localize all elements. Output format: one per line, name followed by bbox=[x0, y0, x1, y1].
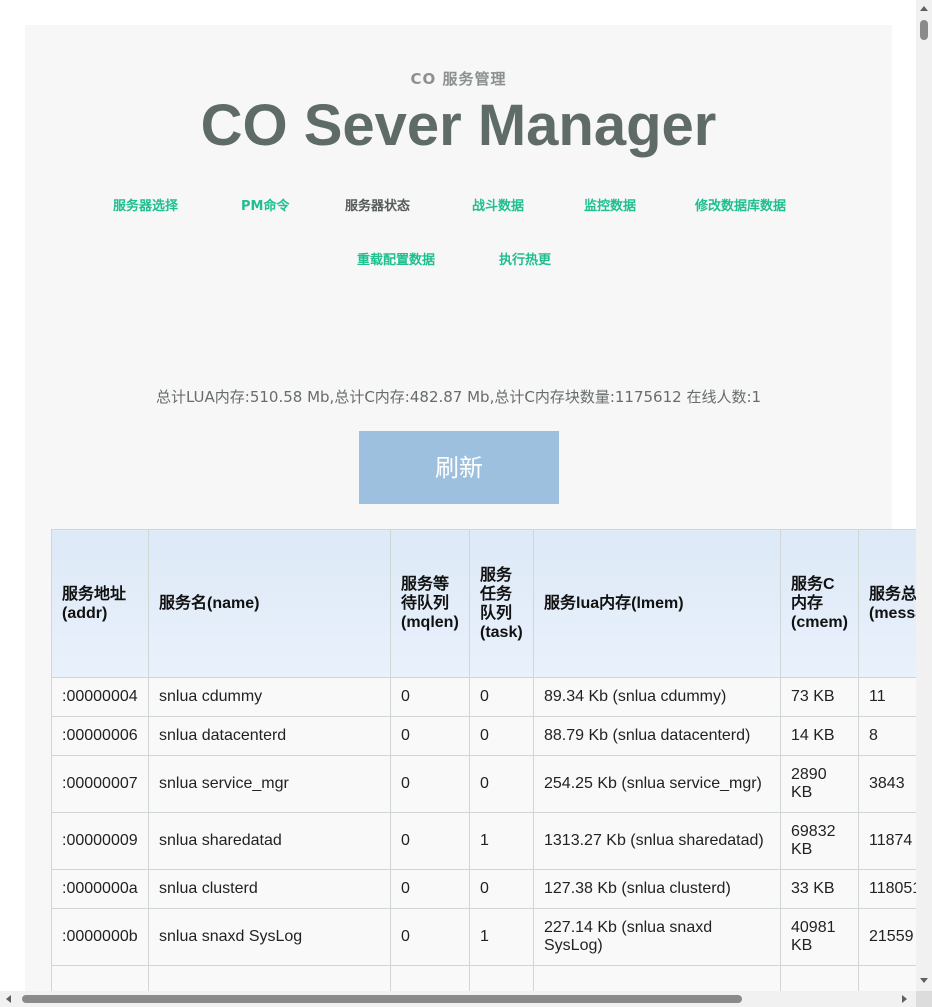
horizontal-scroll-thumb[interactable] bbox=[22, 995, 742, 1003]
cell-addr: :00000006 bbox=[51, 716, 149, 756]
table-header-row: 服务地址(addr) 服务名(name) 服务等待队列(mqlen) 服务任务队… bbox=[51, 529, 916, 678]
cell-task: 0 bbox=[469, 755, 534, 813]
vertical-scrollbar[interactable] bbox=[916, 0, 932, 991]
cell-message: 11874 bbox=[858, 812, 916, 870]
cell-addr: :00000004 bbox=[51, 677, 149, 717]
page-subtitle: CO 服务管理 bbox=[410, 70, 507, 88]
cell-cmem: 40981 KB bbox=[780, 908, 859, 966]
cell-mqlen: 0 bbox=[390, 716, 470, 756]
cell-mqlen bbox=[390, 965, 470, 991]
cell-cmem: 2890 KB bbox=[780, 755, 859, 813]
cell-mqlen: 0 bbox=[390, 755, 470, 813]
stats-summary: 总计LUA内存:510.58 Mb,总计C内存:482.87 Mb,总计C内存块… bbox=[155, 388, 762, 406]
cell-lmem: 227.14 Kb (snlua snaxd SysLog) bbox=[533, 908, 781, 966]
cell-task: 1 bbox=[469, 908, 534, 966]
cell-lmem: 254.25 Kb (snlua service_mgr) bbox=[533, 755, 781, 813]
col-header-message: 服务总消息数(message) bbox=[858, 529, 916, 678]
nav-hotfix[interactable]: 执行热更 bbox=[499, 249, 551, 268]
horizontal-scrollbar[interactable] bbox=[0, 991, 916, 1007]
cell-task bbox=[469, 965, 534, 991]
table-row: :00000006 snlua datacenterd 0 0 88.79 Kb… bbox=[51, 716, 916, 756]
nav-server-status[interactable]: 服务器状态 bbox=[345, 195, 410, 214]
cell-cmem: 33 KB bbox=[780, 869, 859, 909]
col-header-task: 服务任务队列(task) bbox=[469, 529, 534, 678]
table-row: :00000004 snlua cdummy 0 0 89.34 Kb (snl… bbox=[51, 677, 916, 717]
table-row: :0000000b snlua snaxd SysLog 0 1 227.14 … bbox=[51, 908, 916, 966]
scrollbar-corner bbox=[916, 991, 932, 1007]
cell-name: snlua cdummy bbox=[148, 677, 391, 717]
col-header-mqlen: 服务等待队列(mqlen) bbox=[390, 529, 470, 678]
nav-server-select[interactable]: 服务器选择 bbox=[113, 195, 178, 214]
scroll-up-arrow-icon[interactable] bbox=[920, 6, 928, 11]
nav-pm-command[interactable]: PM命令 bbox=[241, 195, 289, 214]
cell-lmem: 88.79 Kb (snlua datacenterd) bbox=[533, 716, 781, 756]
cell-addr: :0000000b bbox=[51, 908, 149, 966]
cell-message: 118051 bbox=[858, 869, 916, 909]
cell-mqlen: 0 bbox=[390, 908, 470, 966]
cell-name: snlua service_mgr bbox=[148, 755, 391, 813]
cell-addr bbox=[51, 965, 149, 991]
cell-mqlen: 0 bbox=[390, 677, 470, 717]
cell-task: 1 bbox=[469, 812, 534, 870]
page-title: CO Sever Manager bbox=[200, 93, 717, 158]
cell-message bbox=[858, 965, 916, 991]
cell-cmem: 73 KB bbox=[780, 677, 859, 717]
cell-task: 0 bbox=[469, 677, 534, 717]
scroll-down-arrow-icon[interactable] bbox=[920, 978, 928, 983]
cell-cmem: 14 KB bbox=[780, 716, 859, 756]
cell-cmem bbox=[780, 965, 859, 991]
cell-name bbox=[148, 965, 391, 991]
nav-battle-data[interactable]: 战斗数据 bbox=[472, 195, 524, 214]
cell-lmem: 1313.27 Kb (snlua sharedatad) bbox=[533, 812, 781, 870]
cell-cmem: 69832 KB bbox=[780, 812, 859, 870]
cell-task: 0 bbox=[469, 869, 534, 909]
cell-task: 0 bbox=[469, 716, 534, 756]
table-row bbox=[51, 965, 916, 991]
cell-name: snlua clusterd bbox=[148, 869, 391, 909]
vertical-scroll-thumb[interactable] bbox=[920, 20, 928, 40]
scroll-right-arrow-icon[interactable] bbox=[902, 995, 907, 1003]
cell-addr: :00000007 bbox=[51, 755, 149, 813]
nav-modify-db[interactable]: 修改数据库数据 bbox=[695, 195, 786, 214]
cell-lmem: 89.34 Kb (snlua cdummy) bbox=[533, 677, 781, 717]
cell-message: 21559 bbox=[858, 908, 916, 966]
col-header-addr: 服务地址(addr) bbox=[51, 529, 149, 678]
cell-name: snlua snaxd SysLog bbox=[148, 908, 391, 966]
cell-mqlen: 0 bbox=[390, 812, 470, 870]
page-viewport: CO 服务管理 CO Sever Manager 服务器选择 PM命令 服务器状… bbox=[0, 0, 916, 991]
cell-name: snlua datacenterd bbox=[148, 716, 391, 756]
table-row: :00000009 snlua sharedatad 0 1 1313.27 K… bbox=[51, 812, 916, 870]
refresh-button[interactable]: 刷新 bbox=[359, 431, 559, 504]
cell-name: snlua sharedatad bbox=[148, 812, 391, 870]
table-row: :00000007 snlua service_mgr 0 0 254.25 K… bbox=[51, 755, 916, 813]
cell-message: 8 bbox=[858, 716, 916, 756]
cell-lmem: 127.38 Kb (snlua clusterd) bbox=[533, 869, 781, 909]
nav-reload-config[interactable]: 重载配置数据 bbox=[357, 249, 435, 268]
col-header-cmem: 服务C内存(cmem) bbox=[780, 529, 859, 678]
table-row: :0000000a snlua clusterd 0 0 127.38 Kb (… bbox=[51, 869, 916, 909]
cell-message: 11 bbox=[858, 677, 916, 717]
cell-message: 3843 bbox=[858, 755, 916, 813]
col-header-name: 服务名(name) bbox=[148, 529, 391, 678]
nav-monitor-data[interactable]: 监控数据 bbox=[584, 195, 636, 214]
cell-mqlen: 0 bbox=[390, 869, 470, 909]
cell-addr: :00000009 bbox=[51, 812, 149, 870]
service-table: 服务地址(addr) 服务名(name) 服务等待队列(mqlen) 服务任务队… bbox=[51, 529, 916, 991]
scroll-left-arrow-icon[interactable] bbox=[6, 995, 11, 1003]
cell-addr: :0000000a bbox=[51, 869, 149, 909]
cell-lmem bbox=[533, 965, 781, 991]
col-header-lmem: 服务lua内存(lmem) bbox=[533, 529, 781, 678]
